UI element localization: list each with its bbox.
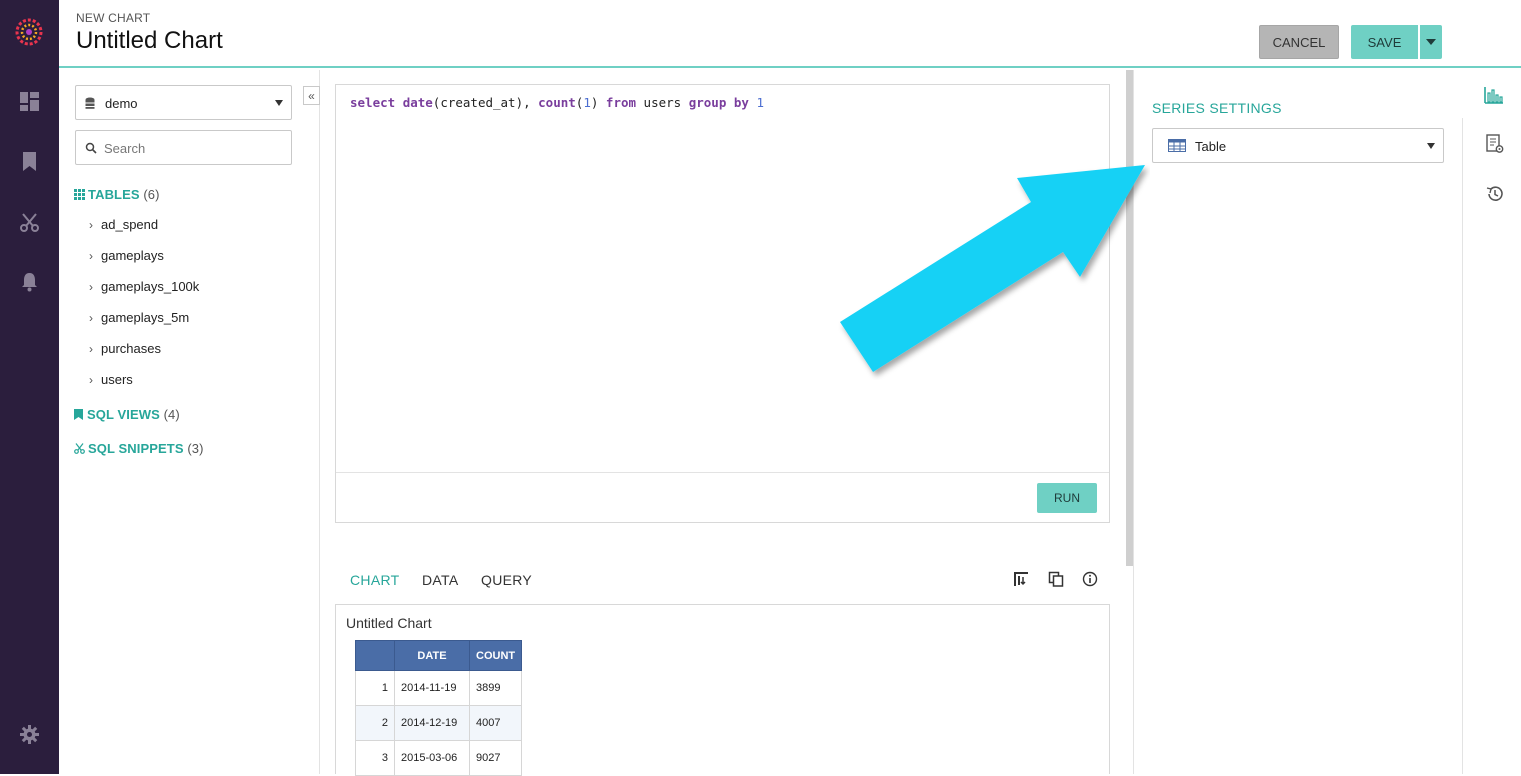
table-name: users [101,372,133,387]
dashboard-icon[interactable] [19,91,40,112]
row-index: 3 [355,740,395,776]
sql-query-text[interactable]: select date(created_at), count(1) from u… [350,95,764,110]
chart-title: Untitled Chart [346,615,432,631]
tab-chart[interactable]: CHART [350,572,399,588]
logo[interactable] [15,18,43,46]
chevron-down-icon [1426,39,1436,45]
table-header-row: DATE COUNT [355,640,523,671]
cell-count: 9027 [468,740,523,776]
page-kicker: NEW CHART [76,11,151,25]
tab-query[interactable]: QUERY [481,572,532,588]
column-header-index[interactable] [355,640,395,671]
sql-snippets-section-header[interactable]: SQL SNIPPETS (3) [74,441,204,456]
results-table: DATE COUNT 1 2014-11-19 3899 2 2014-12-1… [355,640,523,776]
database-select-value: demo [105,96,138,111]
run-button[interactable]: RUN [1037,483,1097,513]
grid-icon [74,189,85,200]
editor-divider [336,472,1109,473]
settings-rail [1462,118,1521,774]
table-row: 2 2014-12-19 4007 [355,705,523,741]
scissors-icon[interactable] [19,212,40,233]
page-title[interactable]: Untitled Chart [76,27,223,55]
tab-data[interactable]: DATA [422,572,458,588]
table-name: purchases [101,341,161,356]
database-icon [85,97,95,109]
cell-date: 2015-03-06 [394,740,470,776]
sql-snippets-count: (3) [187,441,204,456]
row-index: 2 [355,705,395,741]
table-item[interactable]: › gameplays_100k [89,279,199,294]
table-item[interactable]: › purchases [89,341,161,356]
history-icon[interactable] [1485,184,1505,204]
bar-chart-icon[interactable] [1484,85,1504,105]
cell-date: 2014-12-19 [394,705,470,741]
schema-browser: demo TABLES (6) › ad_spend › gameplays › ga… [59,70,320,774]
sql-snippets-label: SQL SNIPPETS [88,441,184,456]
table-name: gameplays_100k [101,279,200,294]
bookmark-icon [74,409,83,420]
table-name: ad_spend [101,217,159,232]
schema-search [75,130,292,165]
chevron-right-icon: › [89,311,93,325]
cell-count: 4007 [468,705,523,741]
search-icon [85,142,97,154]
chevron-right-icon: › [89,218,93,232]
chart-options-icon[interactable] [1013,571,1029,587]
row-index: 1 [355,670,395,706]
table-item[interactable]: › gameplays_5m [89,310,189,325]
chart-settings-icon[interactable] [1485,134,1505,154]
sql-views-count: (4) [163,407,180,422]
chevron-down-icon [1427,143,1435,149]
column-header-date[interactable]: DATE [394,640,470,671]
table-name: gameplays [101,248,164,263]
table-row: 3 2015-03-06 9027 [355,740,523,776]
nav-rail [0,0,59,774]
cell-date: 2014-11-19 [394,670,470,706]
gear-icon[interactable] [19,724,40,745]
save-button[interactable]: SAVE [1351,25,1418,59]
chevron-right-icon: › [89,342,93,356]
save-options-button[interactable] [1420,25,1442,59]
sql-views-section-header[interactable]: SQL VIEWS (4) [74,407,180,422]
tables-count: (6) [143,187,160,202]
table-item[interactable]: › gameplays [89,248,164,263]
collapse-sidebar-button[interactable]: « [303,86,320,105]
table-row: 1 2014-11-19 3899 [355,670,523,706]
chevron-right-icon: › [89,373,93,387]
chevron-right-icon: › [89,249,93,263]
cancel-button[interactable]: CANCEL [1259,25,1339,59]
cell-count: 3899 [468,670,523,706]
table-name: gameplays_5m [101,310,190,325]
info-icon[interactable] [1082,571,1098,587]
bookmark-icon[interactable] [19,151,40,172]
chart-preview: Untitled Chart DATE COUNT 1 2014-11-19 3… [335,604,1110,776]
column-header-count[interactable]: COUNT [468,640,523,671]
tables-label: TABLES [88,187,140,202]
search-input[interactable] [104,138,284,158]
table-item[interactable]: › users [89,372,133,387]
database-select[interactable]: demo [75,85,292,120]
scissors-icon [74,443,85,454]
double-chevron-left-icon: « [308,88,315,103]
chart-type-select[interactable]: Table [1152,128,1444,163]
table-item[interactable]: › ad_spend [89,217,158,232]
sql-views-label: SQL VIEWS [87,407,160,422]
chevron-down-icon [275,100,283,106]
chart-type-value: Table [1195,139,1227,154]
series-settings-title: SERIES SETTINGS [1152,100,1282,116]
annotation-arrow [840,165,1145,372]
copy-icon[interactable] [1048,571,1064,587]
chevron-right-icon: › [89,280,93,294]
tables-section-header[interactable]: TABLES (6) [74,187,160,202]
bell-icon[interactable] [19,271,40,292]
table-icon [1168,139,1186,152]
